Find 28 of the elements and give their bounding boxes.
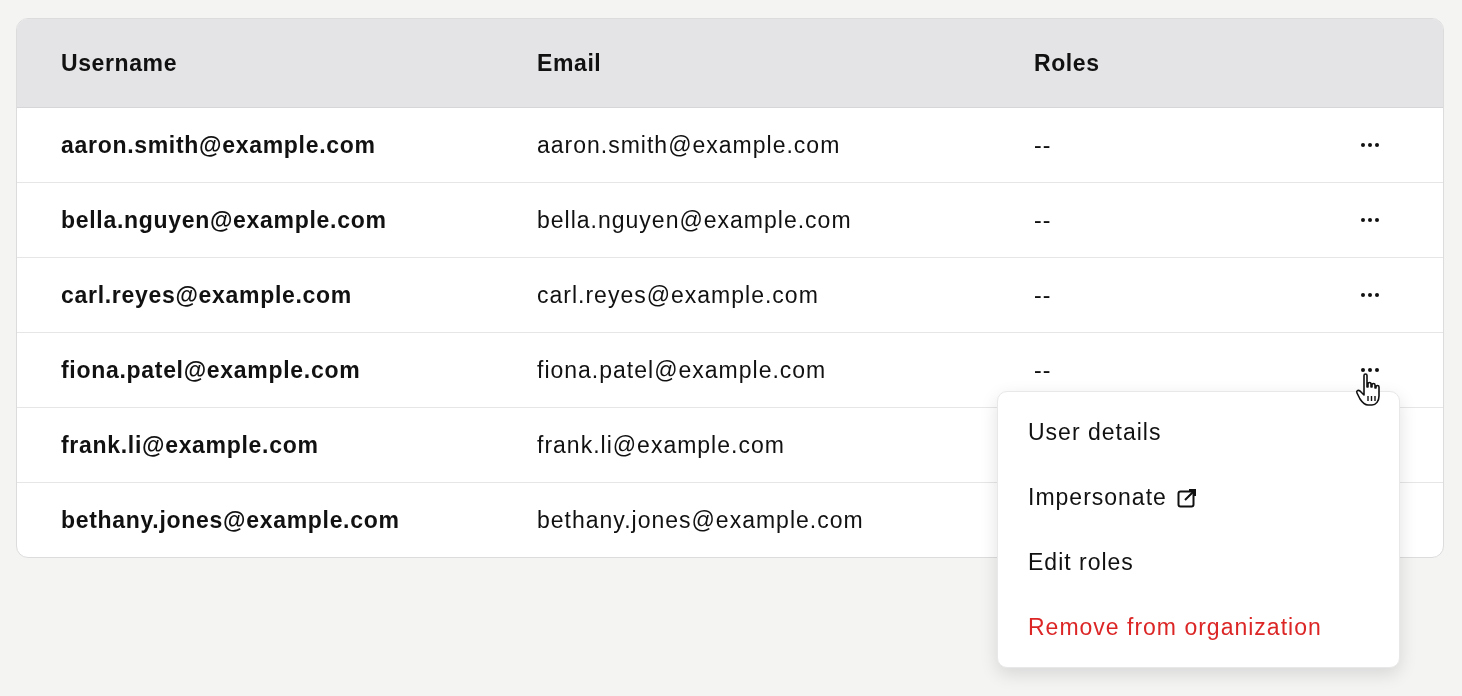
- menu-item[interactable]: Remove from organization: [998, 595, 1399, 660]
- more-icon: [1361, 368, 1379, 372]
- menu-item[interactable]: Impersonate: [998, 465, 1399, 530]
- more-icon: [1361, 143, 1379, 147]
- external-link-icon: [1176, 487, 1197, 508]
- email-cell: bella.nguyen@example.com: [537, 206, 852, 234]
- menu-item[interactable]: User details: [998, 400, 1399, 465]
- username-cell: bella.nguyen@example.com: [61, 206, 387, 234]
- email-cell: aaron.smith@example.com: [537, 131, 841, 159]
- email-cell: frank.li@example.com: [537, 431, 785, 459]
- email-cell: bethany.jones@example.com: [537, 506, 864, 534]
- username-cell: aaron.smith@example.com: [61, 131, 376, 159]
- more-icon: [1361, 293, 1379, 297]
- username-cell: bethany.jones@example.com: [61, 506, 400, 534]
- more-icon: [1361, 218, 1379, 222]
- email-cell: fiona.patel@example.com: [537, 356, 827, 384]
- column-header: Username: [61, 49, 178, 77]
- roles-cell: --: [1034, 206, 1052, 234]
- column-header: Email: [537, 49, 602, 77]
- menu-item[interactable]: Edit roles: [998, 530, 1399, 595]
- username-cell: carl.reyes@example.com: [61, 281, 352, 309]
- email-cell: carl.reyes@example.com: [537, 281, 819, 309]
- column-header: Roles: [1034, 49, 1100, 77]
- roles-cell: --: [1034, 281, 1052, 309]
- roles-cell: --: [1034, 356, 1052, 384]
- roles-cell: --: [1034, 131, 1052, 159]
- username-cell: fiona.patel@example.com: [61, 356, 361, 384]
- username-cell: frank.li@example.com: [61, 431, 319, 459]
